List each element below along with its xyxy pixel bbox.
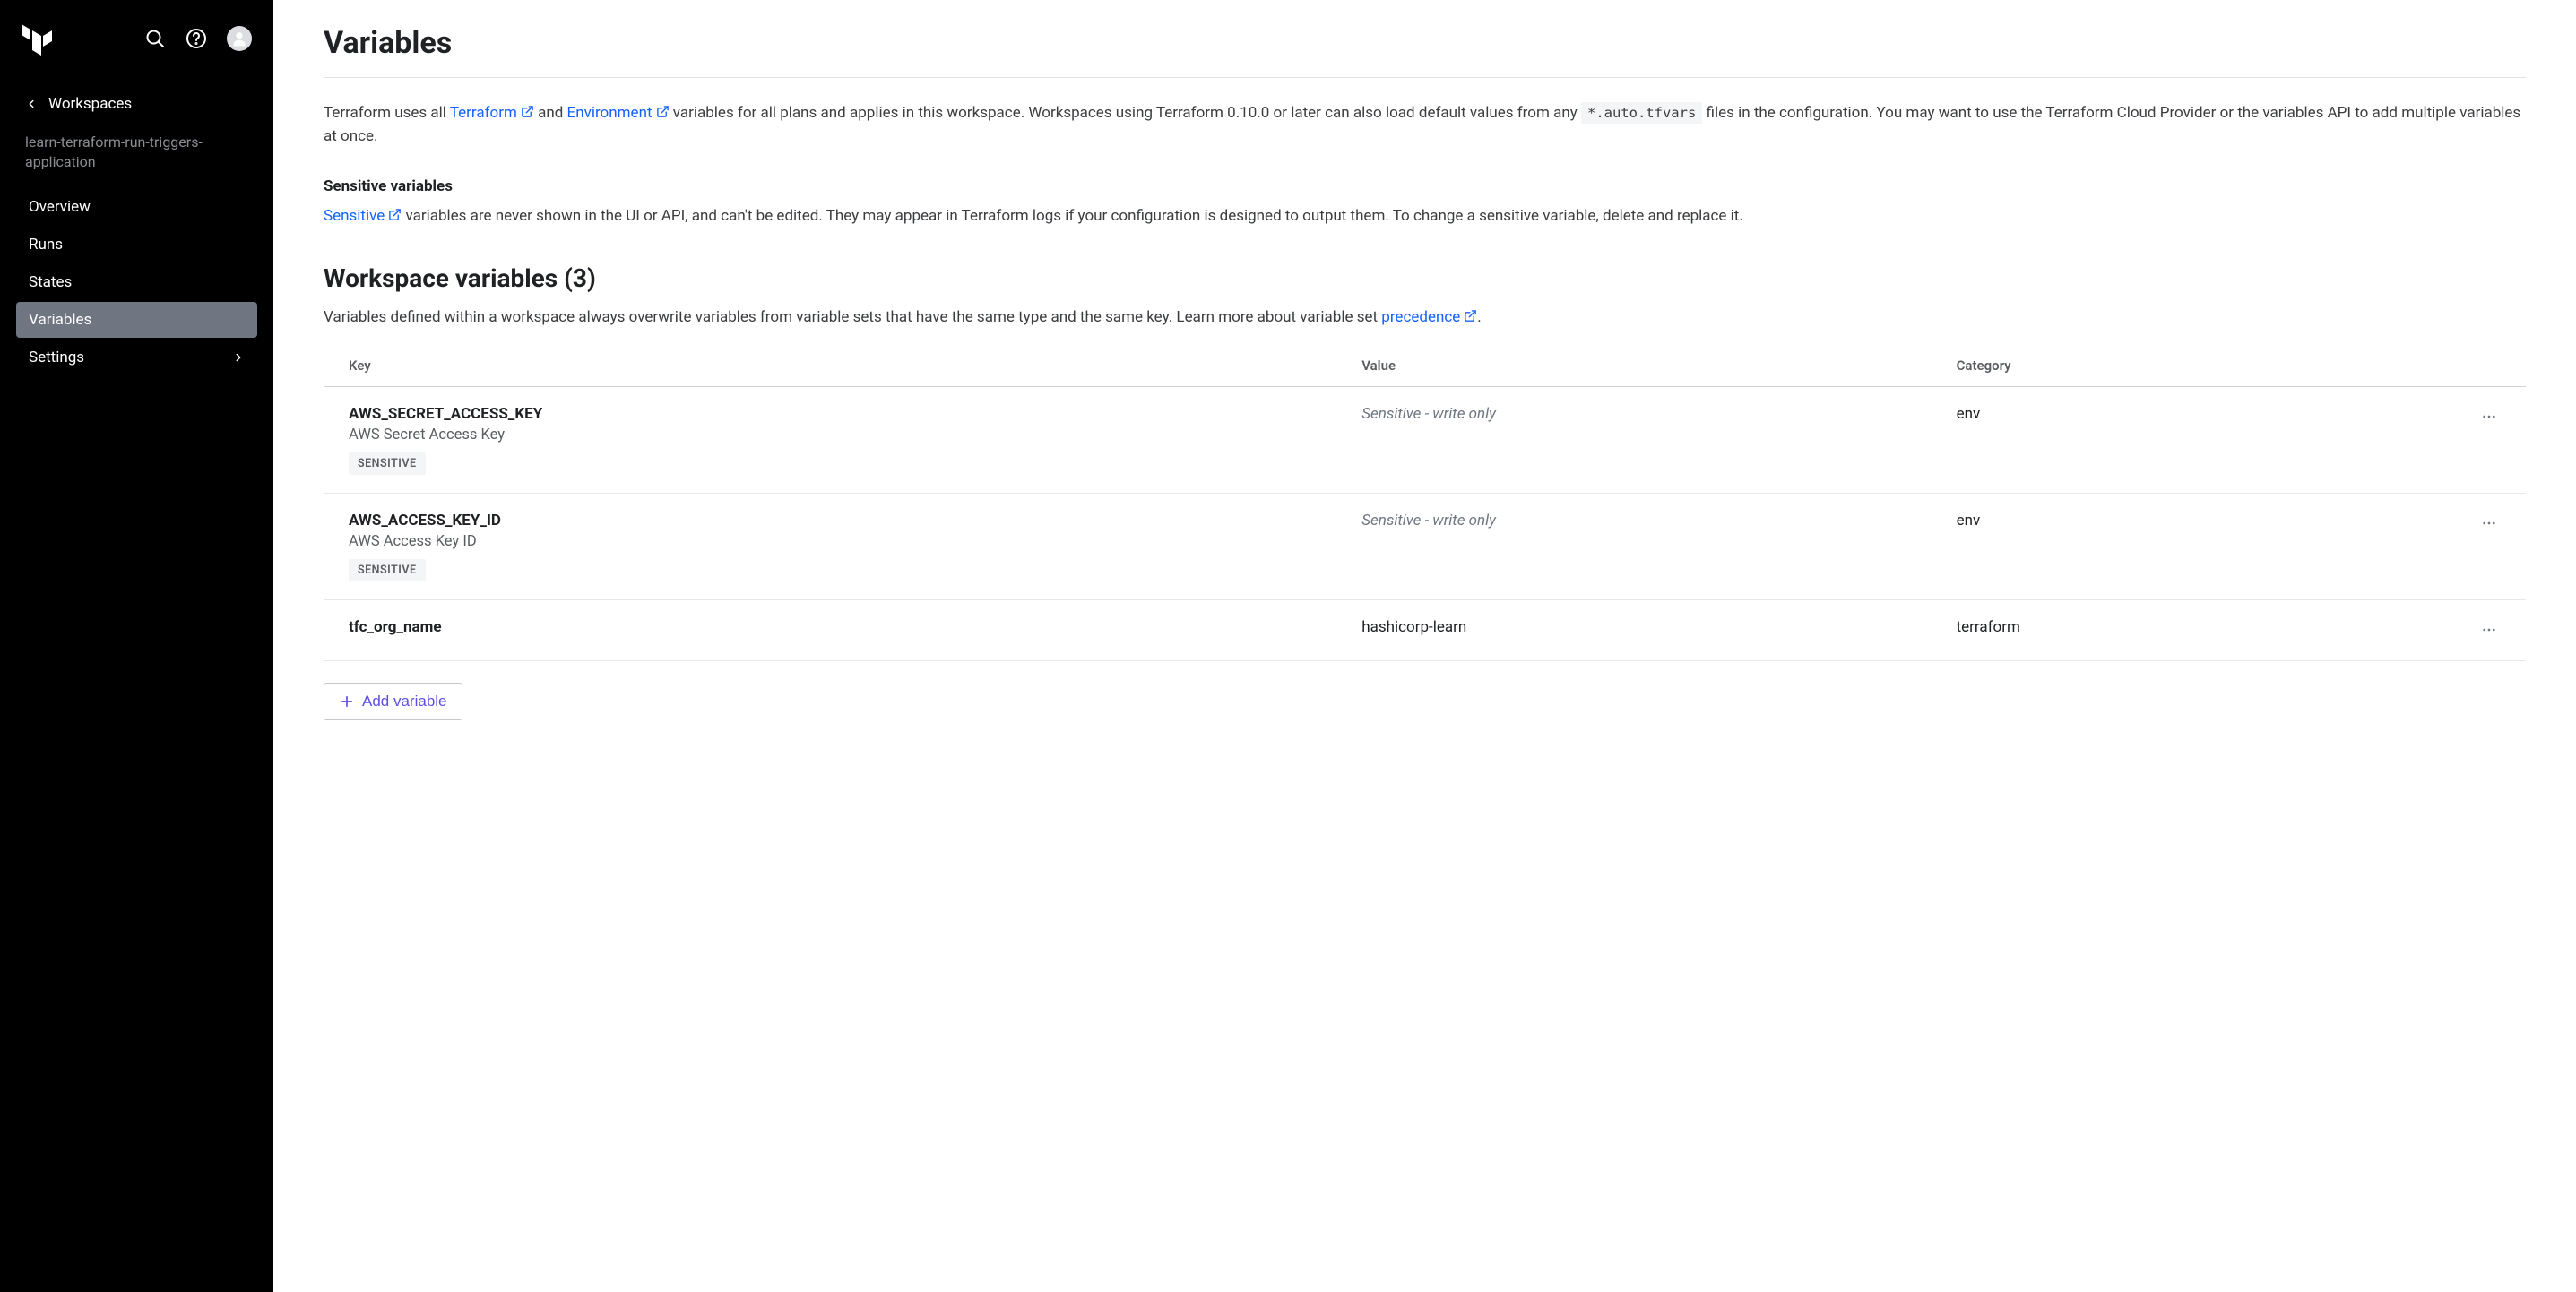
cell-actions [2372,494,2526,600]
sidebar-item-runs[interactable]: Runs [16,227,257,263]
dots-horizontal-icon [2481,622,2497,638]
help-icon[interactable] [186,28,207,49]
variable-key: AWS_ACCESS_KEY_ID [349,512,1311,530]
col-header-category: Category [1932,345,2372,387]
col-header-value: Value [1336,345,1931,387]
dots-horizontal-icon [2481,515,2497,531]
sidebar-item-label: Runs [29,236,63,254]
cell-value: Sensitive - write only [1336,494,1931,600]
page-title: Variables [324,25,2526,78]
cell-key: tfc_org_name [324,600,1336,661]
cell-actions [2372,600,2526,661]
nav-back-label: Workspaces [48,95,132,113]
main-content: Variables Terraform uses all Terraform a… [273,0,2576,1292]
cell-key: AWS_ACCESS_KEY_ID AWS Access Key ID SENSIT… [324,494,1336,600]
nav-back-workspaces[interactable]: Workspaces [16,88,257,120]
sidebar-item-variables[interactable]: Variables [16,302,257,338]
nav-list: Overview Runs States Variables Settings [16,189,257,375]
workspace-vars-desc: Variables defined within a workspace alw… [324,306,2526,329]
sensitive-badge: SENSITIVE [349,452,426,475]
table-row: tfc_org_name hashicorp-learnterraform [324,600,2526,661]
col-header-key: Key [324,345,1336,387]
cell-value: hashicorp-learn [1336,600,1931,661]
add-variable-button[interactable]: Add variable [324,683,462,720]
table-row: AWS_ACCESS_KEY_ID AWS Access Key ID SENSIT… [324,494,2526,600]
more-actions-button[interactable] [2477,512,2501,535]
environment-docs-link[interactable]: Environment [567,104,670,122]
cell-category: terraform [1932,600,2372,661]
sidebar-item-label: States [29,273,72,291]
sidebar-top-bar [16,22,257,56]
sidebar-item-settings[interactable]: Settings [16,340,257,375]
add-variable-label: Add variable [362,693,447,711]
search-icon[interactable] [144,28,166,49]
sidebar-item-overview[interactable]: Overview [16,189,257,225]
user-avatar-icon[interactable] [227,26,252,51]
sensitive-paragraph: Sensitive variables are never shown in t… [324,204,2526,228]
intro-paragraph: Terraform uses all Terraform and Environ… [324,101,2526,149]
cell-category: env [1932,494,2372,600]
sidebar-item-label: Overview [29,198,91,216]
sidebar: Workspaces learn-terraform-run-triggers-… [0,0,273,1292]
variables-table: Key Value Category AWS_SECRET_ACCESS_KEY… [324,345,2526,661]
cell-key: AWS_SECRET_ACCESS_KEY AWS Secret Access K… [324,387,1336,494]
sidebar-item-label: Settings [29,349,84,366]
sidebar-item-label: Variables [29,311,91,329]
variable-key: AWS_SECRET_ACCESS_KEY [349,405,1311,423]
sidebar-item-states[interactable]: States [16,264,257,300]
workspace-name-label: learn-terraform-run-triggers-application [16,127,257,189]
terraform-logo-icon[interactable] [22,22,52,56]
plus-icon [339,693,355,710]
workspace-vars-title: Workspace variables (3) [324,263,2526,293]
variable-key: tfc_org_name [349,618,1311,636]
precedence-docs-link[interactable]: precedence [1381,308,1477,326]
more-actions-button[interactable] [2477,618,2501,642]
more-actions-button[interactable] [2477,405,2501,428]
cell-category: env [1932,387,2372,494]
tfvars-code: *.auto.tfvars [1581,102,1702,124]
dots-horizontal-icon [2481,409,2497,425]
sensitive-heading: Sensitive variables [324,177,2526,195]
external-link-icon [521,102,534,116]
sensitive-docs-link[interactable]: Sensitive [324,207,402,225]
external-link-icon [656,102,670,116]
sensitive-badge: SENSITIVE [349,559,426,581]
chevron-right-icon [232,351,245,364]
cell-value: Sensitive - write only [1336,387,1931,494]
cell-actions [2372,387,2526,494]
external-link-icon [388,205,402,219]
variable-description: AWS Secret Access Key [349,426,1311,444]
external-link-icon [1464,306,1477,320]
terraform-docs-link[interactable]: Terraform [450,104,534,122]
variable-description: AWS Access Key ID [349,533,1311,550]
table-row: AWS_SECRET_ACCESS_KEY AWS Secret Access K… [324,387,2526,494]
